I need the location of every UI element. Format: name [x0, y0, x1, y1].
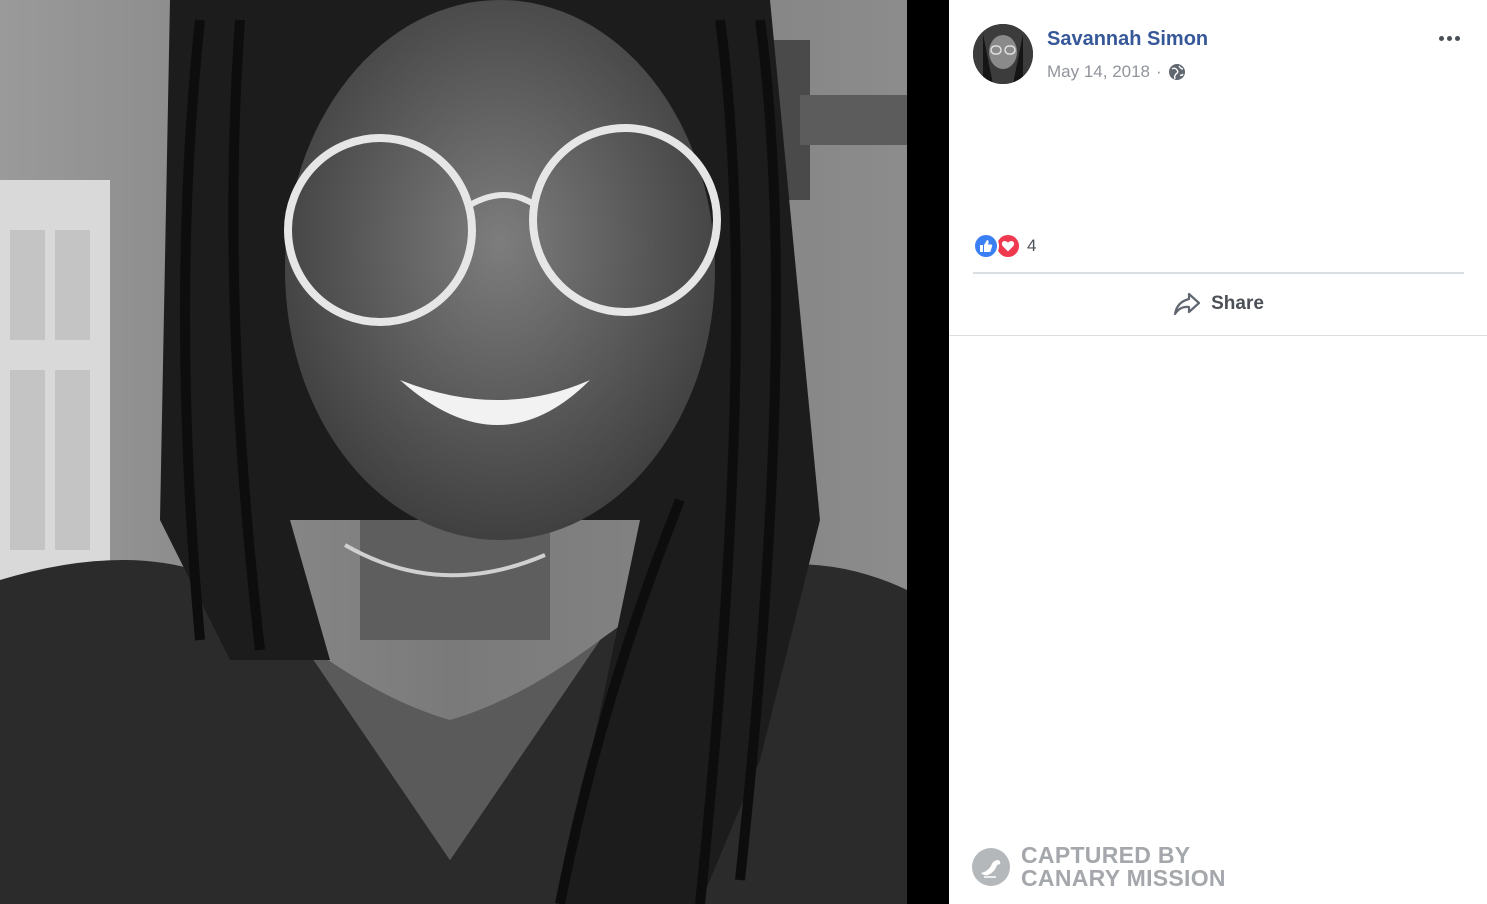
post-photo[interactable]: [0, 0, 907, 904]
author-name-link[interactable]: Savannah Simon: [1047, 28, 1208, 51]
photo-viewer-stage: [0, 0, 949, 904]
post-date[interactable]: May 14, 2018: [1047, 62, 1150, 82]
post-side-panel: Savannah Simon May 14, 2018 · 4 Share CA…: [949, 0, 1487, 904]
post-meta: May 14, 2018 ·: [1047, 62, 1186, 82]
share-button[interactable]: Share: [973, 282, 1464, 326]
meta-separator: ·: [1156, 62, 1162, 81]
share-icon: [1173, 292, 1201, 316]
reactions-divider: [973, 272, 1464, 274]
avatar-image: [973, 24, 1033, 84]
more-options-icon[interactable]: [1435, 28, 1463, 48]
reactions-summary[interactable]: 4: [973, 233, 1036, 259]
reaction-count[interactable]: 4: [1027, 236, 1036, 256]
canary-bird-icon: [972, 848, 1010, 886]
watermark: CAPTURED BY CANARY MISSION: [971, 844, 1226, 890]
like-reaction-icon: [973, 233, 999, 259]
globe-icon[interactable]: [1168, 63, 1186, 81]
watermark-line-2: CANARY MISSION: [1021, 865, 1226, 891]
share-label: Share: [1211, 293, 1264, 314]
actions-divider: [949, 335, 1487, 336]
watermark-line-1: CAPTURED BY: [1021, 842, 1191, 868]
author-avatar[interactable]: [973, 24, 1033, 84]
photo-illustration: [0, 0, 907, 904]
